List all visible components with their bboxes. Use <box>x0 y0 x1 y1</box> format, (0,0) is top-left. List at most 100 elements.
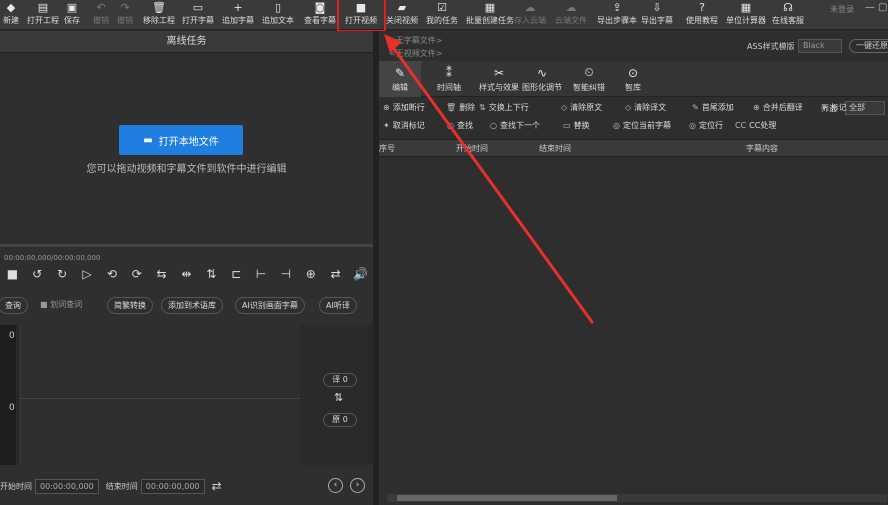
filter-select[interactable]: 全部 <box>845 101 885 115</box>
tool-button[interactable]: 添加到术语库 <box>161 297 223 314</box>
tutorial-icon: ? <box>699 1 705 14</box>
action-button[interactable]: ◇ 清除译文 <box>625 102 666 113</box>
swap-icon[interactable]: ⇆ <box>149 267 174 281</box>
tool-button[interactable]: AI听译 <box>319 297 357 314</box>
divider <box>20 398 300 399</box>
volume-icon[interactable]: 🔊 <box>348 267 373 281</box>
original-count[interactable]: 原 0 <box>323 413 357 427</box>
toolbar-button-add-subtitle[interactable]: + 追加字幕 <box>222 0 254 30</box>
tab-style[interactable]: ✂ 样式与效果 <box>479 61 519 97</box>
maximize-icon[interactable]: ▢ <box>878 2 888 14</box>
main-toolbar: 未登录 — ▢ ◆ 新建 ▤ 打开工程 ▣ 保存 ↶ 撤销 ↷ 撤销 🗑 移除工程 ▭ 打开字幕 + 追加字幕… <box>0 0 888 30</box>
action-button[interactable]: ✎ 首尾添加 <box>692 102 734 113</box>
forward-icon[interactable]: ↻ <box>50 267 75 281</box>
toolbar-button-calculator[interactable]: ▦ 单位计算器 <box>726 0 766 30</box>
rewind-icon[interactable]: ↺ <box>25 267 50 281</box>
toolbar-button-support[interactable]: ☊ 在线客服 <box>772 0 804 30</box>
action-button[interactable]: ⊕ 合并后翻译 <box>753 102 803 113</box>
action-button[interactable]: ✦ 标记 <box>821 102 847 113</box>
toolbar-button-add-text[interactable]: ▯ 追加文本 <box>262 0 294 30</box>
toolbar-button-close-video[interactable]: ▰ 关闭视频 <box>386 0 418 30</box>
repeat-icon[interactable]: ⇄ <box>212 479 222 493</box>
tool-button[interactable]: 简繁转换 <box>107 297 153 314</box>
action-button[interactable]: ◎ 定位行 <box>689 120 723 131</box>
scrollbar-thumb[interactable] <box>397 495 617 501</box>
tool-buttons: 查询 ■ 划词查词 简繁转换 添加到术语库 AI识别画面字幕 AI听译 <box>0 297 373 315</box>
action-button[interactable]: ◇ 清除原文 <box>561 102 602 113</box>
start-time-input[interactable]: 00:00:00,000 <box>35 478 99 494</box>
toolbar-button-export-subtitle[interactable]: ⇩ 导出字幕 <box>641 0 673 30</box>
stop-icon[interactable]: ■ <box>0 267 25 281</box>
next-icon[interactable]: › <box>350 478 365 493</box>
toolbar-button-save[interactable]: ▣ 保存 <box>64 0 80 30</box>
tool-button[interactable]: ■ 划词查词 <box>34 297 88 314</box>
align-start-icon[interactable]: ⊏ <box>224 267 249 281</box>
center-icon[interactable]: ⊕ <box>298 267 323 281</box>
ass-style-select[interactable]: Black <box>798 39 842 53</box>
tab-library[interactable]: ⊙ 智库 <box>614 61 652 97</box>
action-label: 查找下一个 <box>499 121 540 130</box>
toolbar-button-open-project[interactable]: ▤ 打开工程 <box>27 0 59 30</box>
action-button[interactable]: CC CC处理 <box>735 120 776 131</box>
loop-back-icon[interactable]: ⟲ <box>99 267 124 281</box>
column-header[interactable]: 字幕内容 <box>746 143 778 154</box>
action-icon: ◇ <box>561 103 568 112</box>
tab-timer[interactable]: ⏲ 智能纠错 <box>567 61 611 97</box>
toolbar-button-export-draft[interactable]: ⇪ 导出步骤本 <box>597 0 637 30</box>
toolbar-button-cloud-file[interactable]: ☁ 云端文件 <box>555 0 587 30</box>
swap-icon[interactable]: ⇅ <box>334 391 343 404</box>
action-button[interactable]: ⊕ 添加断行 <box>383 102 425 113</box>
minimize-icon[interactable]: — <box>865 2 877 14</box>
tool-button[interactable]: AI识别画面字幕 <box>235 297 305 314</box>
action-icon: CC <box>735 121 747 130</box>
align-icon[interactable]: ⇅ <box>199 267 224 281</box>
split-icon[interactable]: ⇹ <box>174 267 199 281</box>
toolbar-button-open-subtitle[interactable]: ▭ 打开字幕 <box>182 0 214 30</box>
action-button[interactable]: ⇅ 交换上下行 <box>479 102 529 113</box>
play-icon[interactable]: ▷ <box>75 267 100 281</box>
toolbar-button-undo[interactable]: ↶ 撤销 <box>93 0 109 30</box>
save-cloud-icon: ☁ <box>524 1 536 14</box>
column-header[interactable]: 结束时间 <box>539 143 571 154</box>
login-status[interactable]: 未登录 <box>830 4 854 15</box>
tool-button[interactable]: 查询 <box>0 297 28 314</box>
jump-start-icon[interactable]: ⊢ <box>249 267 274 281</box>
toolbar-button-label: 追加文本 <box>262 16 294 25</box>
toolbar-button-redo[interactable]: ↷ 撤销 <box>117 0 133 30</box>
edit-icon: ✎ <box>394 65 406 80</box>
column-header[interactable]: 序号 <box>379 143 395 154</box>
tab-timeline[interactable]: ⁑ 时间轴 <box>424 61 474 97</box>
loop-forward-icon[interactable]: ⟳ <box>124 267 149 281</box>
action-button[interactable]: ✦ 取消标记 <box>383 120 425 131</box>
action-button[interactable]: ○ 查找 <box>447 120 473 131</box>
toolbar-button-tutorial[interactable]: ? 使用教程 <box>686 0 718 30</box>
toolbar-button-view-subtitle[interactable]: ◙ 查看字幕 <box>304 0 336 30</box>
toolbar-button-remove-project[interactable]: 🗑 移除工程 <box>143 0 175 30</box>
action-button[interactable]: ▭ 替换 <box>563 120 590 131</box>
tab-waveform[interactable]: ∿ 图形化调节 <box>519 61 565 97</box>
action-button[interactable]: ◎ 定位当前字幕 <box>613 120 671 131</box>
video-progress-bar[interactable] <box>0 244 373 247</box>
subtitle-textarea[interactable] <box>20 325 300 465</box>
panel-title: 离线任务 <box>0 31 373 53</box>
cloud-file-icon: ☁ <box>565 1 577 14</box>
switch-icon[interactable]: ⇄ <box>323 267 348 281</box>
toolbar-button-my-tasks[interactable]: ☑ 我的任务 <box>426 0 458 30</box>
action-button[interactable]: ○ 查找下一个 <box>490 120 540 131</box>
end-time-input[interactable]: 00:00:00,000 <box>140 478 205 494</box>
prev-icon[interactable]: ‹ <box>328 478 343 493</box>
tab-edit[interactable]: ✎ 编辑 <box>379 61 421 97</box>
horizontal-scrollbar[interactable] <box>387 494 887 502</box>
column-header[interactable]: 开始时间 <box>456 143 488 154</box>
open-local-file-button[interactable]: ▬ 打开本地文件 <box>119 125 243 155</box>
translation-count[interactable]: 译 0 <box>323 373 357 387</box>
action-icon: 🗑 <box>446 103 457 112</box>
toolbar-button-new[interactable]: ◆ 新建 <box>3 0 19 30</box>
toolbar-button-label: 关闭视频 <box>386 16 418 25</box>
toolbar-button-label: 撤销 <box>117 16 133 25</box>
action-button[interactable]: 🗑 删除 <box>446 102 475 113</box>
jump-end-icon[interactable]: ⊣ <box>273 267 298 281</box>
reset-button[interactable]: 一键还原 <box>849 39 888 53</box>
toolbar-button-save-cloud[interactable]: ☁ 存入云端 <box>514 0 546 30</box>
toolbar-button-batch-task[interactable]: ▦ 批量创建任务 <box>466 0 514 30</box>
